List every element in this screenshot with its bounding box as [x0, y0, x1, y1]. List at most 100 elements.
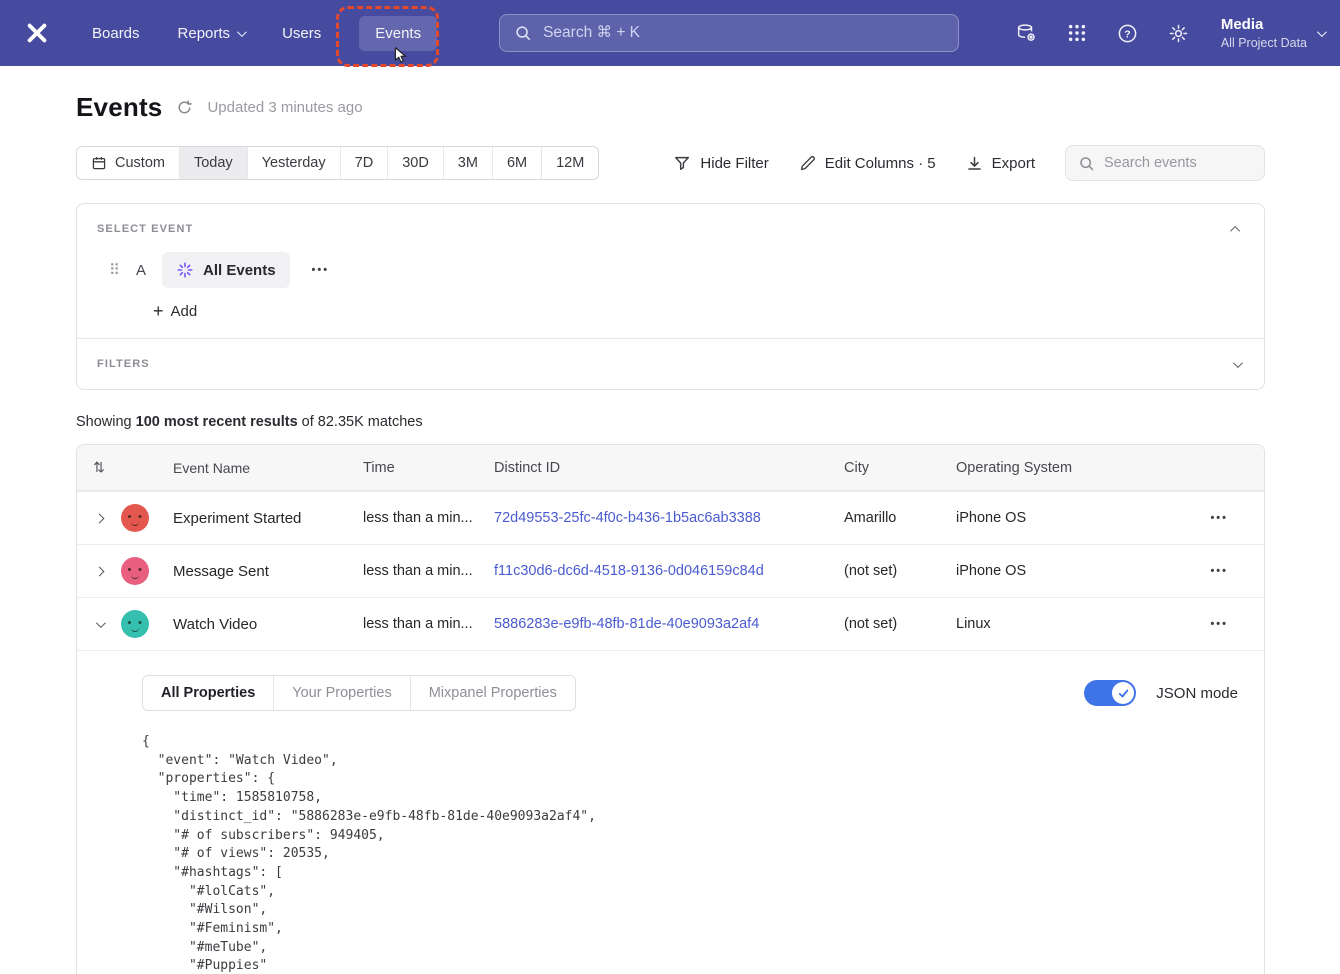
clause-more-button[interactable]: •••	[306, 260, 336, 280]
edit-columns-button[interactable]: Edit Columns · 5	[799, 155, 936, 172]
cell-os: Linux	[956, 616, 1156, 632]
chevron-right-icon[interactable]	[94, 513, 104, 523]
chevron-down-icon	[1233, 358, 1243, 368]
apps-grid-icon[interactable]	[1067, 23, 1087, 43]
table-row[interactable]: Experiment Started less than a min... 72…	[77, 491, 1264, 544]
drag-handle-icon[interactable]: ⠿	[109, 261, 120, 279]
search-icon	[514, 24, 532, 42]
nav-item-users[interactable]: Users	[282, 25, 321, 42]
date-range-label: Custom	[115, 155, 165, 171]
select-event-title: SELECT EVENT	[97, 223, 193, 235]
cell-event-name: Message Sent	[173, 563, 363, 580]
cell-time: less than a min...	[363, 510, 494, 526]
json-viewer: { "event": "Watch Video", "properties": …	[142, 733, 1240, 974]
results-count: 100 most recent results	[136, 414, 298, 430]
global-search-input[interactable]	[543, 24, 944, 42]
row-more-button[interactable]: •••	[1204, 614, 1234, 634]
column-header-event-name: Event Name	[173, 460, 363, 476]
svg-text:?: ?	[1124, 28, 1130, 40]
row-more-button[interactable]: •••	[1204, 508, 1234, 528]
events-table: ⇅ Event Name Time Distinct ID City Opera…	[76, 444, 1265, 974]
plus-icon: +	[153, 302, 164, 320]
results-suffix: of 82.35K matches	[298, 414, 423, 430]
cell-event-name: Experiment Started	[173, 510, 363, 527]
chevron-down-icon[interactable]	[95, 618, 105, 628]
results-prefix: Showing	[76, 414, 136, 430]
nav-item-boards[interactable]: Boards	[92, 25, 140, 42]
last-updated-text: Updated 3 minutes ago	[207, 99, 362, 116]
toolbar-right: Hide Filter Edit Columns · 5 Export	[673, 145, 1265, 181]
export-label: Export	[992, 155, 1035, 172]
properties-tabs: All Properties Your Properties Mixpanel …	[142, 675, 576, 711]
column-header-distinct-id: Distinct ID	[494, 460, 844, 476]
toolbar: Custom Today Yesterday 7D 30D 3M 6M 12M …	[76, 145, 1265, 181]
hide-filter-button[interactable]: Hide Filter	[673, 154, 768, 172]
cell-os: iPhone OS	[956, 510, 1156, 526]
json-mode-label: JSON mode	[1156, 685, 1238, 702]
event-detail-panel: All Properties Your Properties Mixpanel …	[77, 650, 1264, 974]
date-range-12m[interactable]: 12M	[541, 147, 598, 179]
chevron-up-icon	[1230, 226, 1240, 236]
results-summary: Showing 100 most recent results of 82.35…	[76, 414, 1265, 430]
calendar-icon	[91, 155, 107, 171]
refresh-icon[interactable]	[176, 99, 193, 116]
page-title: Events	[76, 92, 162, 123]
check-icon	[1117, 687, 1130, 700]
table-header-row: ⇅ Event Name Time Distinct ID City Opera…	[77, 445, 1264, 491]
export-button[interactable]: Export	[966, 155, 1035, 172]
cell-city: (not set)	[844, 616, 956, 632]
clause-letter: A	[136, 262, 146, 279]
logo-x-icon	[25, 21, 49, 45]
global-search[interactable]	[499, 14, 959, 52]
distinct-id-link[interactable]: f11c30d6-dc6d-4518-9136-0d046159c84d	[494, 563, 764, 579]
add-event-label: Add	[171, 303, 198, 320]
json-mode-toggle[interactable]	[1084, 680, 1136, 706]
distinct-id-link[interactable]: 5886283e-e9fb-48fb-81de-40e9093a2af4	[494, 616, 759, 632]
nav-item-reports[interactable]: Reports	[178, 25, 245, 42]
selected-event-name: All Events	[203, 262, 276, 279]
table-row-expanded[interactable]: Watch Video less than a min... 5886283e-…	[77, 597, 1264, 650]
date-range-3m[interactable]: 3M	[443, 147, 492, 179]
date-range-custom[interactable]: Custom	[77, 147, 179, 179]
pencil-icon	[799, 155, 816, 172]
avatar	[121, 504, 149, 532]
date-range-7d[interactable]: 7D	[340, 147, 388, 179]
project-name: Media	[1221, 15, 1307, 35]
help-icon[interactable]: ?	[1117, 23, 1138, 44]
nav-item-events[interactable]: Events	[359, 16, 437, 51]
funnel-icon	[673, 154, 691, 172]
distinct-id-link[interactable]: 72d49553-25fc-4f0c-b436-1b5ac6ab3388	[494, 510, 761, 526]
date-range-6m[interactable]: 6M	[492, 147, 541, 179]
avatar	[121, 610, 149, 638]
tab-all-properties[interactable]: All Properties	[143, 676, 273, 710]
avatar	[121, 557, 149, 585]
download-icon	[966, 155, 983, 172]
page-header: Events Updated 3 minutes ago	[76, 92, 1265, 123]
mixpanel-logo[interactable]	[24, 20, 50, 46]
row-more-button[interactable]: •••	[1204, 561, 1234, 581]
date-range-today[interactable]: Today	[179, 147, 247, 179]
data-management-icon[interactable]	[1015, 22, 1037, 44]
chevron-down-icon	[237, 27, 247, 37]
settings-gear-icon[interactable]	[1168, 23, 1189, 44]
project-switcher[interactable]: Media All Project Data	[1221, 15, 1324, 51]
filters-title: FILTERS	[97, 358, 150, 370]
chevron-right-icon[interactable]	[94, 566, 104, 576]
project-scope: All Project Data	[1221, 35, 1307, 51]
column-header-city: City	[844, 460, 956, 476]
tab-your-properties[interactable]: Your Properties	[273, 676, 409, 710]
search-events-box[interactable]	[1065, 145, 1265, 181]
tab-mixpanel-properties[interactable]: Mixpanel Properties	[410, 676, 575, 710]
search-events-input[interactable]	[1104, 155, 1252, 171]
date-range-30d[interactable]: 30D	[387, 147, 443, 179]
collapse-section-button[interactable]	[1229, 218, 1244, 240]
table-row[interactable]: Message Sent less than a min... f11c30d6…	[77, 544, 1264, 597]
sort-icon[interactable]: ⇅	[93, 459, 105, 476]
column-header-time: Time	[363, 460, 494, 476]
events-page: Events Updated 3 minutes ago Custom Toda…	[0, 66, 1340, 974]
add-event-button[interactable]: + Add	[153, 302, 197, 320]
cell-city: Amarillo	[844, 510, 956, 526]
expand-filters-button[interactable]	[1229, 353, 1244, 375]
event-selector-chip[interactable]: All Events	[162, 252, 290, 288]
date-range-yesterday[interactable]: Yesterday	[247, 147, 340, 179]
